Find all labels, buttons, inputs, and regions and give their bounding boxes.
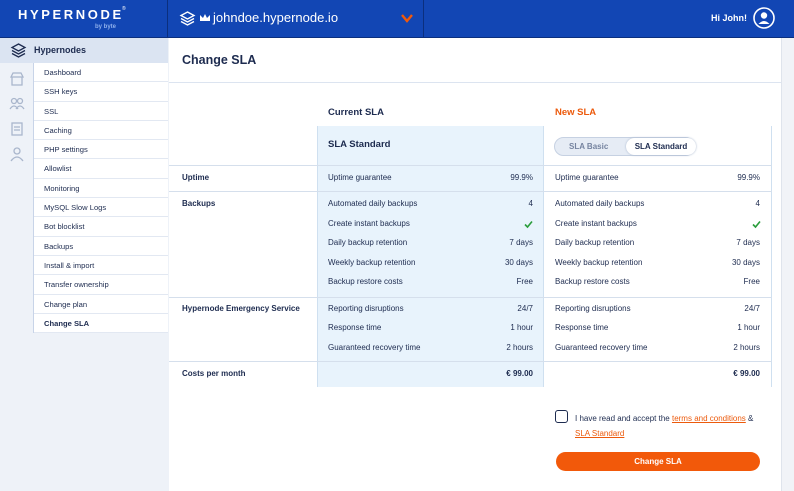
row-label: Daily backup retention [555,238,635,247]
row-value: 99.9% [737,173,760,182]
top-bar: HYPERNODE ® by byte johndoe.hypernode.io… [0,0,794,38]
row-value: 1 hour [737,323,760,332]
store-icon[interactable] [9,71,25,87]
change-sla-button[interactable]: Change SLA [556,452,760,471]
row-value: 1 hour [510,323,533,332]
hypernode-logo[interactable]: HYPERNODE ® by byte [0,0,168,38]
sla-toggle: SLA Basic SLA Standard [554,137,696,156]
layers-icon [179,11,196,26]
row-value: 24/7 [744,304,760,313]
terms-link[interactable]: terms and conditions [672,414,746,423]
logo-text: HYPERNODE [18,7,124,22]
row-label: Response time [328,323,382,332]
document-icon[interactable] [9,121,25,137]
row-value: 4 [755,199,760,208]
divider [169,165,772,166]
agreement-amp: & [745,414,754,423]
sla-basic-option[interactable]: SLA Basic [569,142,608,151]
title-bar: Change SLA [169,38,781,83]
sidebar-item-install-import[interactable]: Install & import [34,256,168,276]
sidebar-item-php-settings[interactable]: PHP settings [34,140,168,160]
submenu: Dashboard SSH keys SSL Caching PHP setti… [33,63,168,334]
sidebar: Hypernodes Dashboard SSH keys SSL Cachin… [0,38,168,491]
row-value: 30 days [504,258,533,267]
sidebar-item-transfer-ownership[interactable]: Transfer ownership [34,275,168,295]
greeting: Hi John! [711,13,747,23]
sidebar-item-caching[interactable]: Caching [34,121,168,141]
domain-name: johndoe.hypernode.io [213,10,339,25]
cost-value: € 99.00 [506,369,533,378]
row-label: Backup restore costs [328,277,403,286]
sidebar-item-allowlist[interactable]: Allowlist [34,159,168,179]
sidebar-item-ssl[interactable]: SSL [34,102,168,121]
sidebar-title: Hypernodes [34,45,87,55]
row-label: Daily backup retention [328,238,408,247]
row-label: Weekly backup retention [328,258,416,267]
crown-icon [200,14,210,21]
row-label: Backup restore costs [555,277,630,286]
group-label-backups: Backups [182,199,216,208]
agree-checkbox[interactable] [555,410,568,423]
user-icon[interactable] [9,146,25,162]
divider [169,297,772,298]
divider [169,361,772,362]
row-label: Guaranteed recovery time [328,343,421,352]
row-label: Response time [555,323,609,332]
cost-value: € 99.00 [733,369,760,378]
divider [169,191,772,192]
sla-standard-link[interactable]: SLA Standard [575,429,624,438]
row-value: 4 [528,199,533,208]
sidebar-item-monitoring[interactable]: Monitoring [34,179,168,199]
group-label-costs: Costs per month [182,369,246,378]
row-label: Automated daily backups [328,199,418,208]
scrollbar[interactable] [781,38,794,491]
sidebar-item-change-sla[interactable]: Change SLA [34,314,168,334]
row-value: 2 hours [506,343,533,352]
row-value: 30 days [731,258,760,267]
current-sla-plan: SLA Standard [328,139,391,150]
current-sla-heading: Current SLA [328,107,384,118]
row-label: Guaranteed recovery time [555,343,648,352]
row-value: 99.9% [510,173,533,182]
new-sla-heading: New SLA [555,107,597,118]
sidebar-item-dashboard[interactable]: Dashboard [34,63,168,83]
check-icon [524,220,533,229]
row-value: 24/7 [517,304,533,313]
sidebar-item-change-plan[interactable]: Change plan [34,295,168,314]
user-avatar-icon[interactable] [753,7,775,29]
page-title: Change SLA [182,53,257,67]
row-label: Uptime guarantee [555,173,619,182]
row-label: Create instant backups [555,219,637,228]
sidebar-item-ssh-keys[interactable]: SSH keys [34,82,168,102]
check-icon [752,220,761,229]
domain-selector[interactable]: johndoe.hypernode.io [169,0,424,38]
row-value: 7 days [509,238,533,247]
row-value: 7 days [736,238,760,247]
logo-registered: ® [122,6,126,12]
sidebar-item-backups[interactable]: Backups [34,237,168,256]
group-label-emergency: Hypernode Emergency Service [182,304,300,313]
sla-standard-option[interactable]: SLA Standard [626,138,696,155]
logo-by-byte: by byte [95,24,117,30]
icon-rail [0,38,33,168]
row-label: Automated daily backups [555,199,645,208]
group-label-uptime: Uptime [182,173,210,182]
agreement-prefix: I have read and accept the [575,414,672,423]
row-value: Free [516,277,533,286]
row-label: Uptime guarantee [328,173,392,182]
agreement-text: I have read and accept the terms and con… [575,411,765,441]
main-content: Change SLA Current SLA New SLA SLA Stand… [169,38,781,491]
row-label: Create instant backups [328,219,410,228]
row-label: Reporting disruptions [555,304,631,313]
row-value: Free [743,277,760,286]
row-label: Reporting disruptions [328,304,404,313]
sidebar-item-mysql-slow-logs[interactable]: MySQL Slow Logs [34,198,168,218]
people-icon[interactable] [9,96,25,112]
chevron-down-icon[interactable] [401,14,413,23]
sidebar-item-bot-blocklist[interactable]: Bot blocklist [34,217,168,237]
row-value: 2 hours [733,343,760,352]
row-label: Weekly backup retention [555,258,643,267]
